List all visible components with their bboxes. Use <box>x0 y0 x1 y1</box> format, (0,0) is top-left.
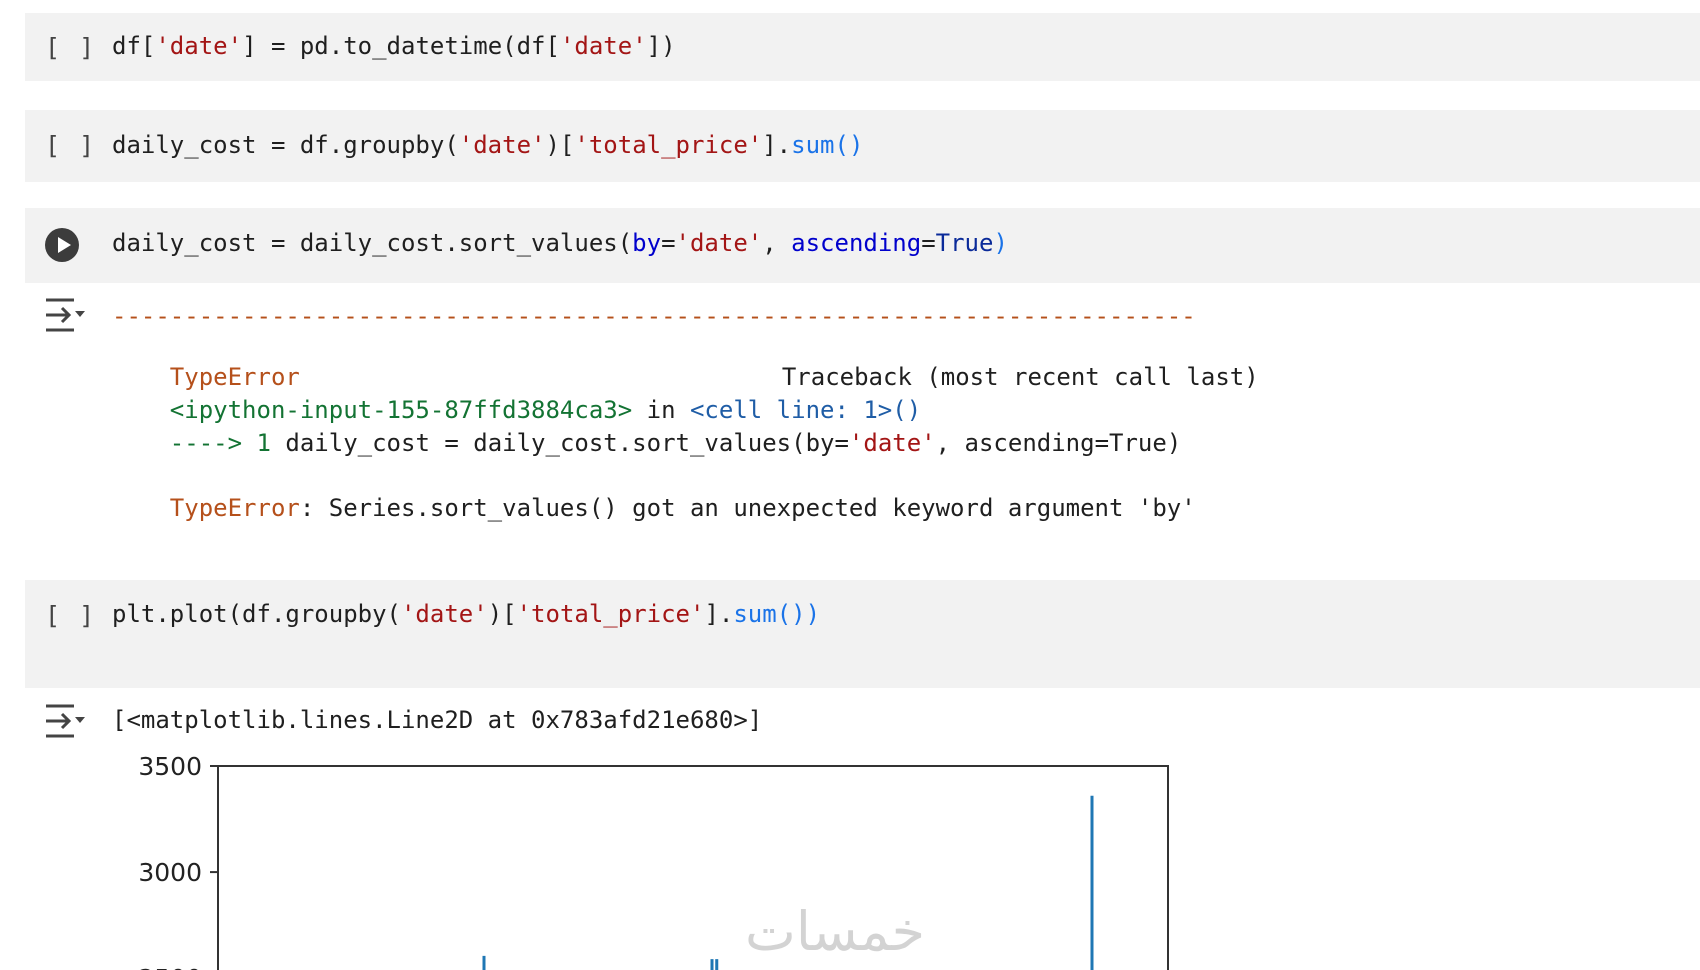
plot-repr: [<matplotlib.lines.Line2D at 0x783afd21e… <box>112 706 763 734</box>
y-tick-label: 2500 <box>138 964 202 970</box>
code-line[interactable]: plt.plot(df.groupby('date')['total_price… <box>112 600 820 628</box>
cell-execution-marker[interactable]: [ ] <box>45 601 96 630</box>
output-toggle-icon[interactable] <box>44 703 86 739</box>
cell-execution-marker[interactable]: [ ] <box>45 131 96 160</box>
y-tick-label: 3000 <box>138 858 202 887</box>
y-tick-label: 3500 <box>138 752 202 781</box>
code-cell[interactable] <box>25 580 1700 688</box>
code-line[interactable]: daily_cost = df.groupby('date')['total_p… <box>112 131 863 159</box>
code-line[interactable]: df['date'] = pd.to_datetime(df['date']) <box>112 32 676 60</box>
line-chart: 3500 3000 2500 <box>138 752 1169 970</box>
notebook: [ ] df['date'] = pd.to_datetime(df['date… <box>0 0 1700 970</box>
error-message: TypeError: Series.sort_values() got an u… <box>169 494 1196 522</box>
code-line[interactable]: daily_cost = daily_cost.sort_values(by='… <box>112 229 1008 257</box>
error-dashes: ----------------------------------------… <box>112 302 1196 330</box>
run-cell-button[interactable] <box>44 227 80 263</box>
plot-frame <box>217 765 1169 970</box>
output-toggle-icon[interactable] <box>44 297 86 333</box>
watermark: خمسات <box>745 900 926 963</box>
cell-execution-marker[interactable]: [ ] <box>45 33 96 62</box>
